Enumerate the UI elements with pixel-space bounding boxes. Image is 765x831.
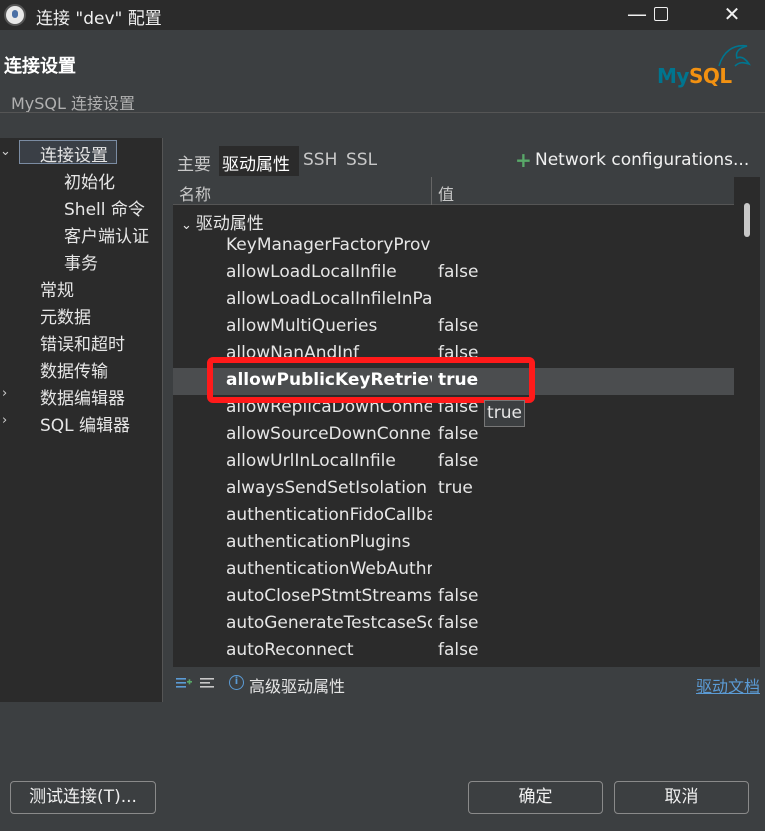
mysql-logo: MySQL [657, 38, 757, 98]
property-name: authenticationFidoCallbackHandler [226, 505, 432, 525]
property-name: allowUrlInLocalInfile [226, 451, 396, 471]
plus-icon[interactable]: + [515, 148, 532, 172]
table-scrollbar[interactable] [734, 177, 760, 667]
title-bar: 连接 "dev" 配置 — ✕ [0, 0, 765, 30]
property-name: authenticationWebAuthnCallbackHandler [226, 559, 432, 579]
tree-item-connection-settings[interactable]: 连接设置 [40, 141, 108, 166]
table-row[interactable]: autoReconnect false [173, 638, 734, 665]
property-name: allowMultiQueries [226, 316, 378, 336]
mysql-wordmark: MySQL [657, 64, 732, 88]
chevron-right-icon[interactable]: › [2, 386, 7, 401]
tree-item-sql-editor[interactable]: SQL 编辑器 [40, 411, 130, 436]
driver-docs-link[interactable]: 驱动文档 [696, 673, 760, 697]
table-row[interactable]: allowLoadLocalInfile false [173, 260, 734, 287]
property-value[interactable]: true [438, 478, 473, 498]
column-header-name[interactable]: 名称 [179, 181, 211, 205]
table-row[interactable]: allowUrlInLocalInfile false [173, 449, 734, 476]
tree-item-shell-commands[interactable]: Shell 命令 [64, 195, 145, 220]
ok-button[interactable]: 确定 [468, 781, 603, 814]
tree-item-client-auth[interactable]: 客户端认证 [64, 222, 149, 247]
property-name: authenticationPlugins [226, 532, 411, 552]
tab-main[interactable]: 主要 [177, 150, 211, 175]
property-name: autoGenerateTestcaseScript [226, 613, 432, 633]
property-name: allowLoadLocalInfileInPath [226, 289, 432, 309]
table-row[interactable]: allowLoadLocalInfileInPath [173, 287, 734, 314]
property-value[interactable]: false [438, 640, 478, 660]
advanced-driver-properties-label[interactable]: 高级驱动属性 [249, 673, 345, 697]
page-subtitle: MySQL 连接设置 [11, 94, 136, 113]
cancel-button[interactable]: 取消 [614, 781, 749, 814]
property-name: alwaysSendSetIsolation [226, 478, 428, 498]
property-name: autoClosePStmtStreams [226, 586, 432, 606]
window-title: 连接 "dev" 配置 [36, 9, 162, 29]
property-name: autoReconnect [226, 640, 354, 660]
tree-item-data-transfer[interactable]: 数据传输 [40, 357, 108, 382]
info-icon: i [229, 675, 244, 690]
tab-driver-properties[interactable]: 驱动属性 [222, 150, 290, 175]
group-row-driver-properties[interactable]: ⌄ 驱动属性 [181, 209, 264, 234]
property-name: allowLoadLocalInfile [226, 262, 397, 282]
table-row[interactable]: alwaysSendSetIsolation true [173, 476, 734, 503]
tree-item-metadata[interactable]: 元数据 [40, 303, 91, 328]
table-row[interactable]: allowMultiQueries false [173, 314, 734, 341]
property-name: allowSourceDownConnections [226, 424, 432, 444]
maximize-button[interactable] [636, 0, 686, 30]
table-row[interactable]: authenticationPlugins [173, 530, 734, 557]
network-configurations-button[interactable]: Network configurations... [535, 150, 749, 170]
expand-all-icon[interactable] [176, 676, 192, 690]
property-value[interactable]: false [438, 451, 478, 471]
column-divider[interactable] [431, 177, 432, 205]
chevron-right-icon[interactable]: › [2, 413, 7, 428]
tab-ssh[interactable]: SSH [303, 150, 337, 170]
table-header: 名称 值 [173, 177, 734, 205]
property-value[interactable]: false [438, 316, 478, 336]
property-value[interactable]: false [438, 586, 478, 606]
close-icon: ✕ [723, 2, 741, 26]
tab-ssl[interactable]: SSL [346, 150, 377, 170]
page-header: 连接设置 MySQL 连接设置 MySQL [0, 30, 765, 113]
table-row[interactable]: allowSourceDownConnections false [173, 422, 734, 449]
tree-item-data-editor[interactable]: 数据编辑器 [40, 384, 125, 409]
property-value[interactable]: false [438, 424, 478, 444]
table-row[interactable]: autoGenerateTestcaseScript false [173, 611, 734, 638]
chevron-down-icon[interactable]: ⌄ [0, 144, 11, 159]
chevron-down-icon: ⌄ [181, 218, 192, 233]
tree-item-general[interactable]: 常规 [40, 276, 74, 301]
properties-table: 名称 值 ⌄驱动属性 KeyManagerFactoryProvider allo… [173, 177, 734, 667]
tree-item-errors-timeouts[interactable]: 错误和超时 [40, 330, 125, 355]
page-title: 连接设置 [4, 56, 76, 77]
column-header-value[interactable]: 值 [438, 181, 454, 205]
table-row[interactable]: KeyManagerFactoryProvider [173, 233, 734, 260]
tree-item-init[interactable]: 初始化 [64, 168, 115, 193]
property-name: KeyManagerFactoryProvider [226, 235, 432, 255]
property-value[interactable]: false [438, 613, 478, 633]
table-row[interactable]: autoClosePStmtStreams false [173, 584, 734, 611]
group-label: 驱动属性 [195, 214, 264, 234]
value-tooltip: true [484, 400, 525, 427]
table-footer: i 高级驱动属性 驱动文档 [173, 668, 765, 700]
annotation-highlight-box [207, 357, 535, 403]
table-row[interactable]: authenticationWebAuthnCallbackHandler [173, 557, 734, 584]
tree-item-transactions[interactable]: 事务 [64, 249, 98, 274]
header-divider [0, 112, 765, 113]
test-connection-button[interactable]: 测试连接(T)... [10, 781, 156, 814]
maximize-icon [654, 7, 668, 21]
dbeaver-icon [4, 4, 26, 26]
property-value[interactable]: false [438, 262, 478, 282]
collapse-all-icon[interactable] [200, 676, 216, 690]
scrollbar-thumb[interactable] [744, 203, 750, 237]
close-button[interactable]: ✕ [707, 0, 757, 30]
table-row[interactable]: authenticationFidoCallbackHandler [173, 503, 734, 530]
